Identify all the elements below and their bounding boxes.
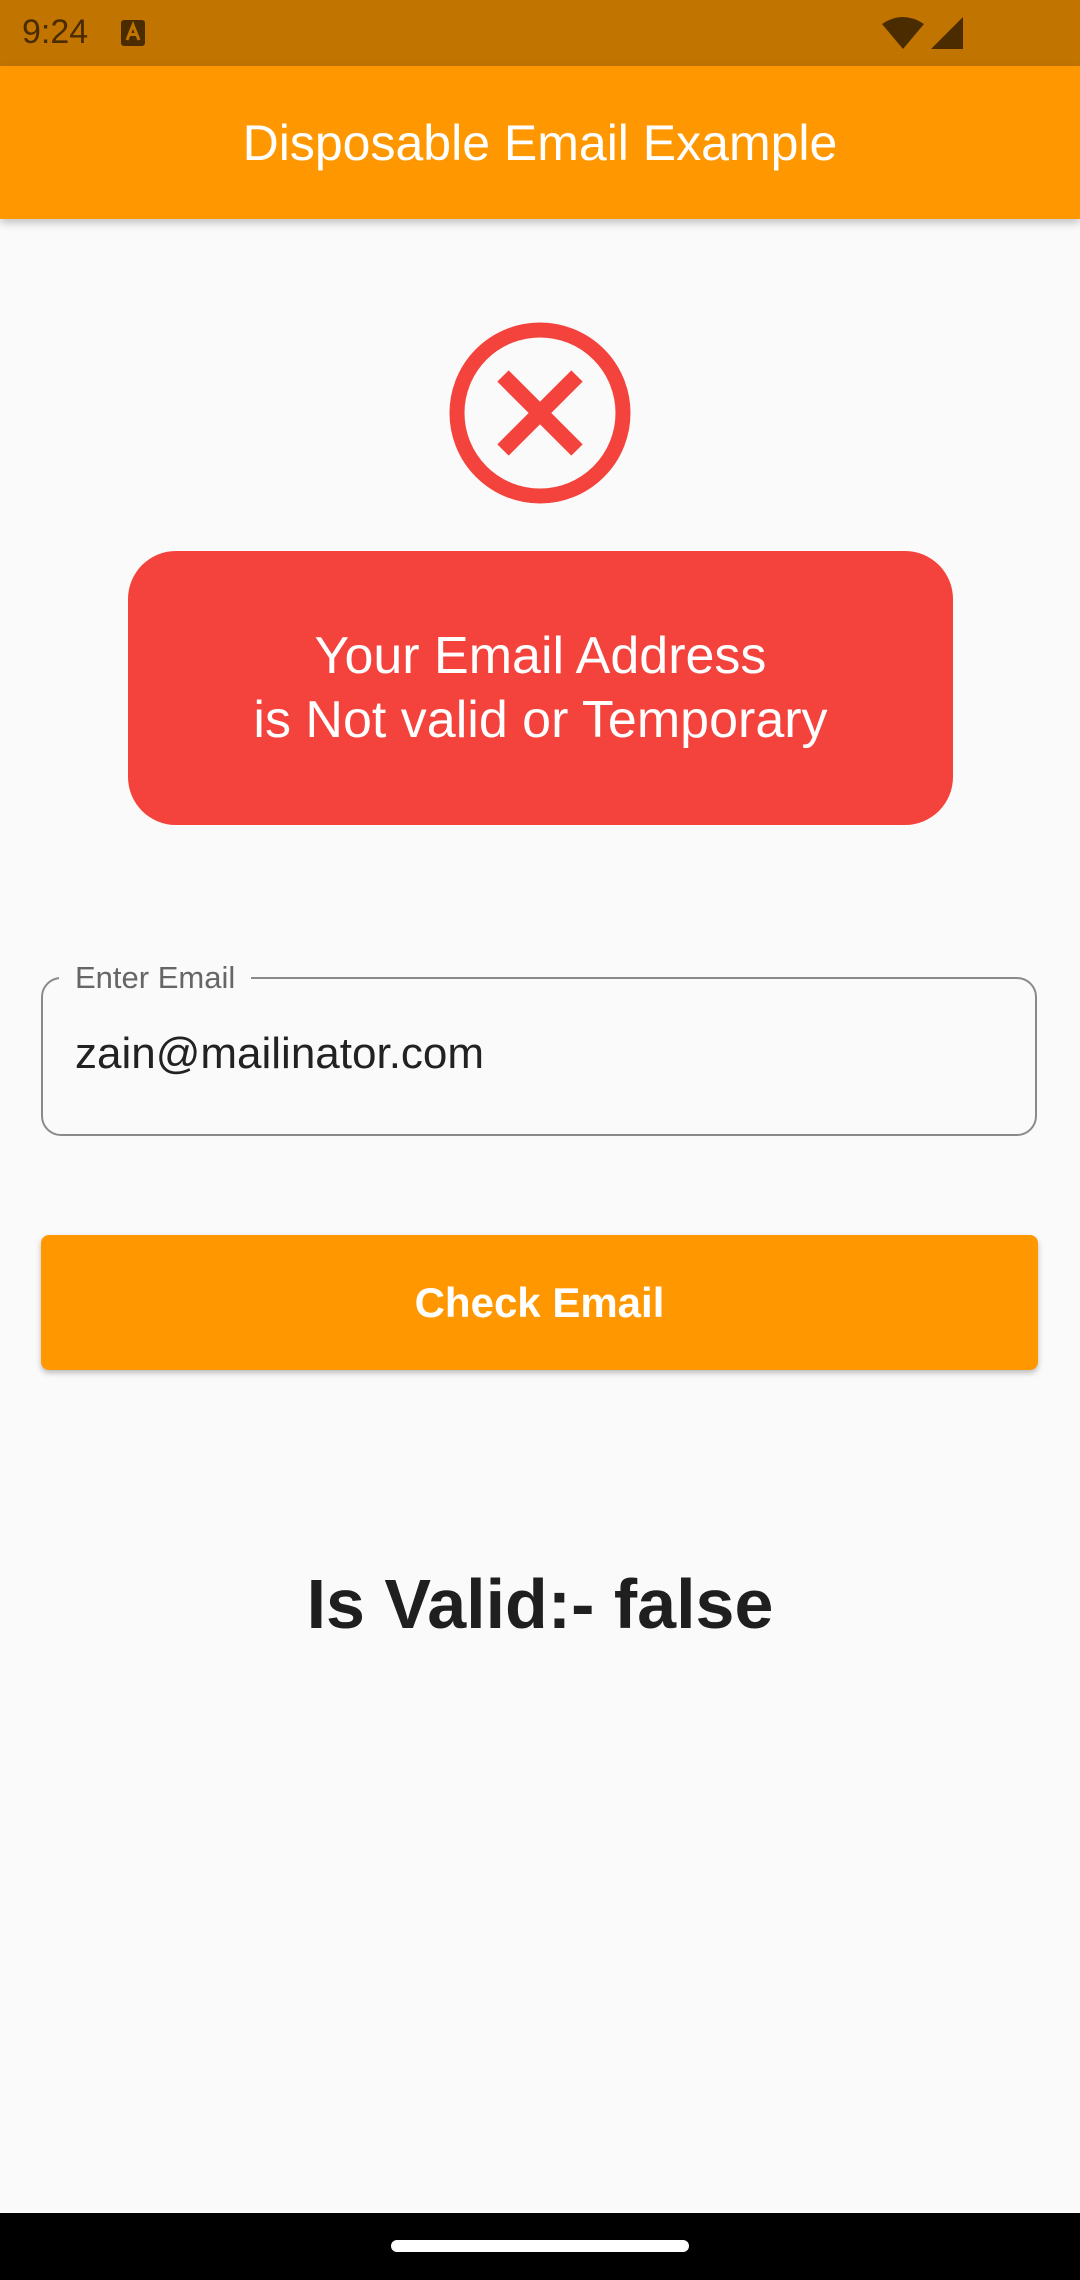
app-bar: Disposable Email Example [0,66,1080,219]
error-message-line-1: Your Email Address [314,627,767,685]
status-bar: 9:24 [0,0,1080,66]
check-email-button-label: Check Email [414,1278,665,1326]
navigation-bar [0,2213,1080,2280]
text-notification-icon [120,19,146,47]
home-indicator[interactable] [391,2240,689,2252]
email-field[interactable]: Enter Email zain@mailinator.com [41,959,1037,1136]
email-field-value[interactable]: zain@mailinator.com [75,1027,484,1081]
check-email-button[interactable]: Check Email [41,1235,1038,1370]
app-screen: 9:24 Disposable Email Example Your Email… [0,0,1080,2280]
cancel-circle-icon [448,321,632,505]
validity-result-text: Is Valid:- false [306,1565,774,1643]
cell-signal-icon [930,16,964,50]
app-title: Disposable Email Example [242,115,838,171]
status-time: 9:24 [22,13,89,51]
email-field-label: Enter Email [59,959,252,997]
error-message-line-2: is Not valid or Temporary [253,691,828,749]
wifi-icon [880,16,926,50]
error-message-card: Your Email Address is Not valid or Tempo… [128,551,953,825]
